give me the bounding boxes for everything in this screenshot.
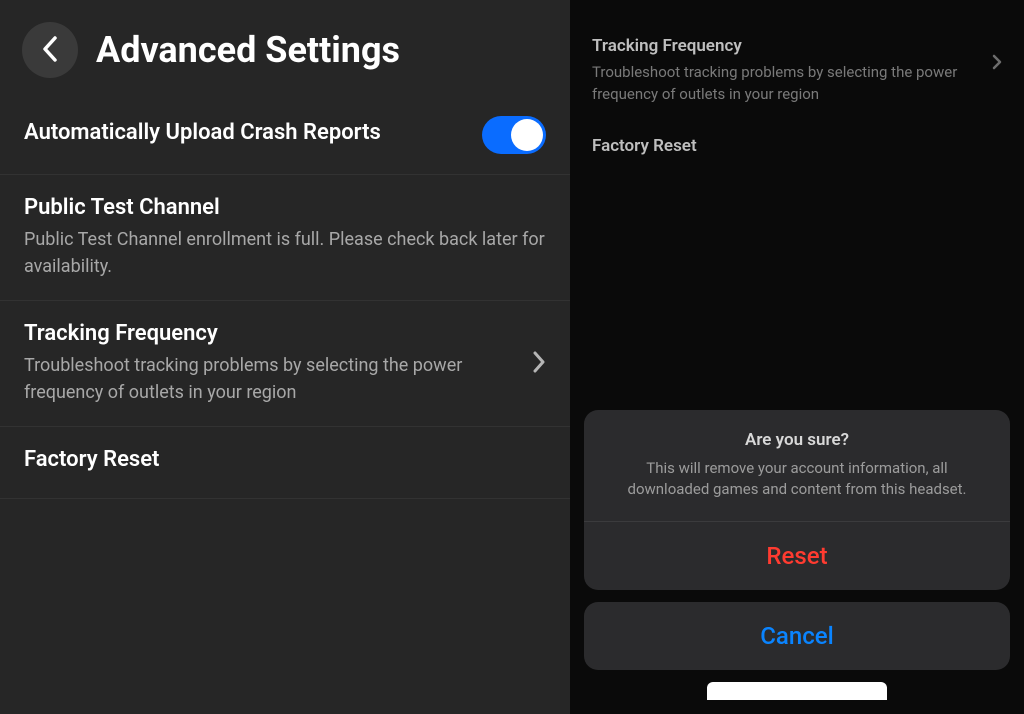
setting-text: Automatically Upload Crash Reports [24, 120, 466, 151]
setting-text: Factory Reset [24, 447, 546, 478]
right-tracking-row[interactable]: Tracking Frequency Troubleshoot tracking… [570, 24, 1024, 124]
cancel-button[interactable]: Cancel [584, 602, 1010, 670]
dialog-message: This will remove your account informatio… [608, 458, 986, 502]
tracking-frequency-row[interactable]: Tracking Frequency Troubleshoot tracking… [0, 301, 570, 427]
tracking-desc: Troubleshoot tracking problems by select… [24, 352, 516, 406]
chevron-left-icon [42, 36, 58, 65]
crash-reports-toggle[interactable] [482, 116, 546, 154]
settings-list: Automatically Upload Crash Reports Publi… [0, 96, 570, 499]
settings-left-panel: Advanced Settings Automatically Upload C… [0, 0, 570, 714]
public-test-row[interactable]: Public Test Channel Public Test Channel … [0, 175, 570, 301]
home-indicator [707, 682, 887, 700]
reset-button[interactable]: Reset [584, 521, 1010, 590]
public-test-desc: Public Test Channel enrollment is full. … [24, 226, 546, 280]
settings-right-panel: Tracking Frequency Troubleshoot tracking… [570, 0, 1024, 714]
toggle-thumb [511, 119, 543, 151]
setting-text: Public Test Channel Public Test Channel … [24, 195, 546, 280]
setting-text: Factory Reset [592, 136, 697, 162]
chevron-right-icon [992, 54, 1002, 74]
page-title: Advanced Settings [96, 29, 400, 71]
crash-reports-row: Automatically Upload Crash Reports [0, 96, 570, 175]
setting-text: Tracking Frequency Troubleshoot tracking… [24, 321, 516, 406]
back-button[interactable] [22, 22, 78, 78]
right-settings-list: Tracking Frequency Troubleshoot tracking… [570, 0, 1024, 180]
right-factory-reset-title: Factory Reset [592, 136, 697, 156]
factory-reset-row[interactable]: Factory Reset [0, 427, 570, 499]
chevron-right-icon [532, 351, 546, 377]
factory-reset-title: Factory Reset [24, 447, 546, 472]
header: Advanced Settings [0, 0, 570, 96]
crash-reports-title: Automatically Upload Crash Reports [24, 120, 466, 145]
public-test-title: Public Test Channel [24, 195, 546, 220]
confirmation-dialog: Are you sure? This will remove your acco… [584, 410, 1010, 591]
dialog-body: Are you sure? This will remove your acco… [584, 410, 1010, 522]
tracking-title: Tracking Frequency [24, 321, 516, 346]
right-tracking-title: Tracking Frequency [592, 36, 978, 56]
setting-text: Tracking Frequency Troubleshoot tracking… [592, 36, 978, 106]
confirmation-dialog-wrap: Are you sure? This will remove your acco… [570, 410, 1024, 714]
right-factory-reset-row[interactable]: Factory Reset [570, 124, 1024, 180]
dialog-title: Are you sure? [608, 430, 986, 450]
right-tracking-desc: Troubleshoot tracking problems by select… [592, 62, 978, 106]
